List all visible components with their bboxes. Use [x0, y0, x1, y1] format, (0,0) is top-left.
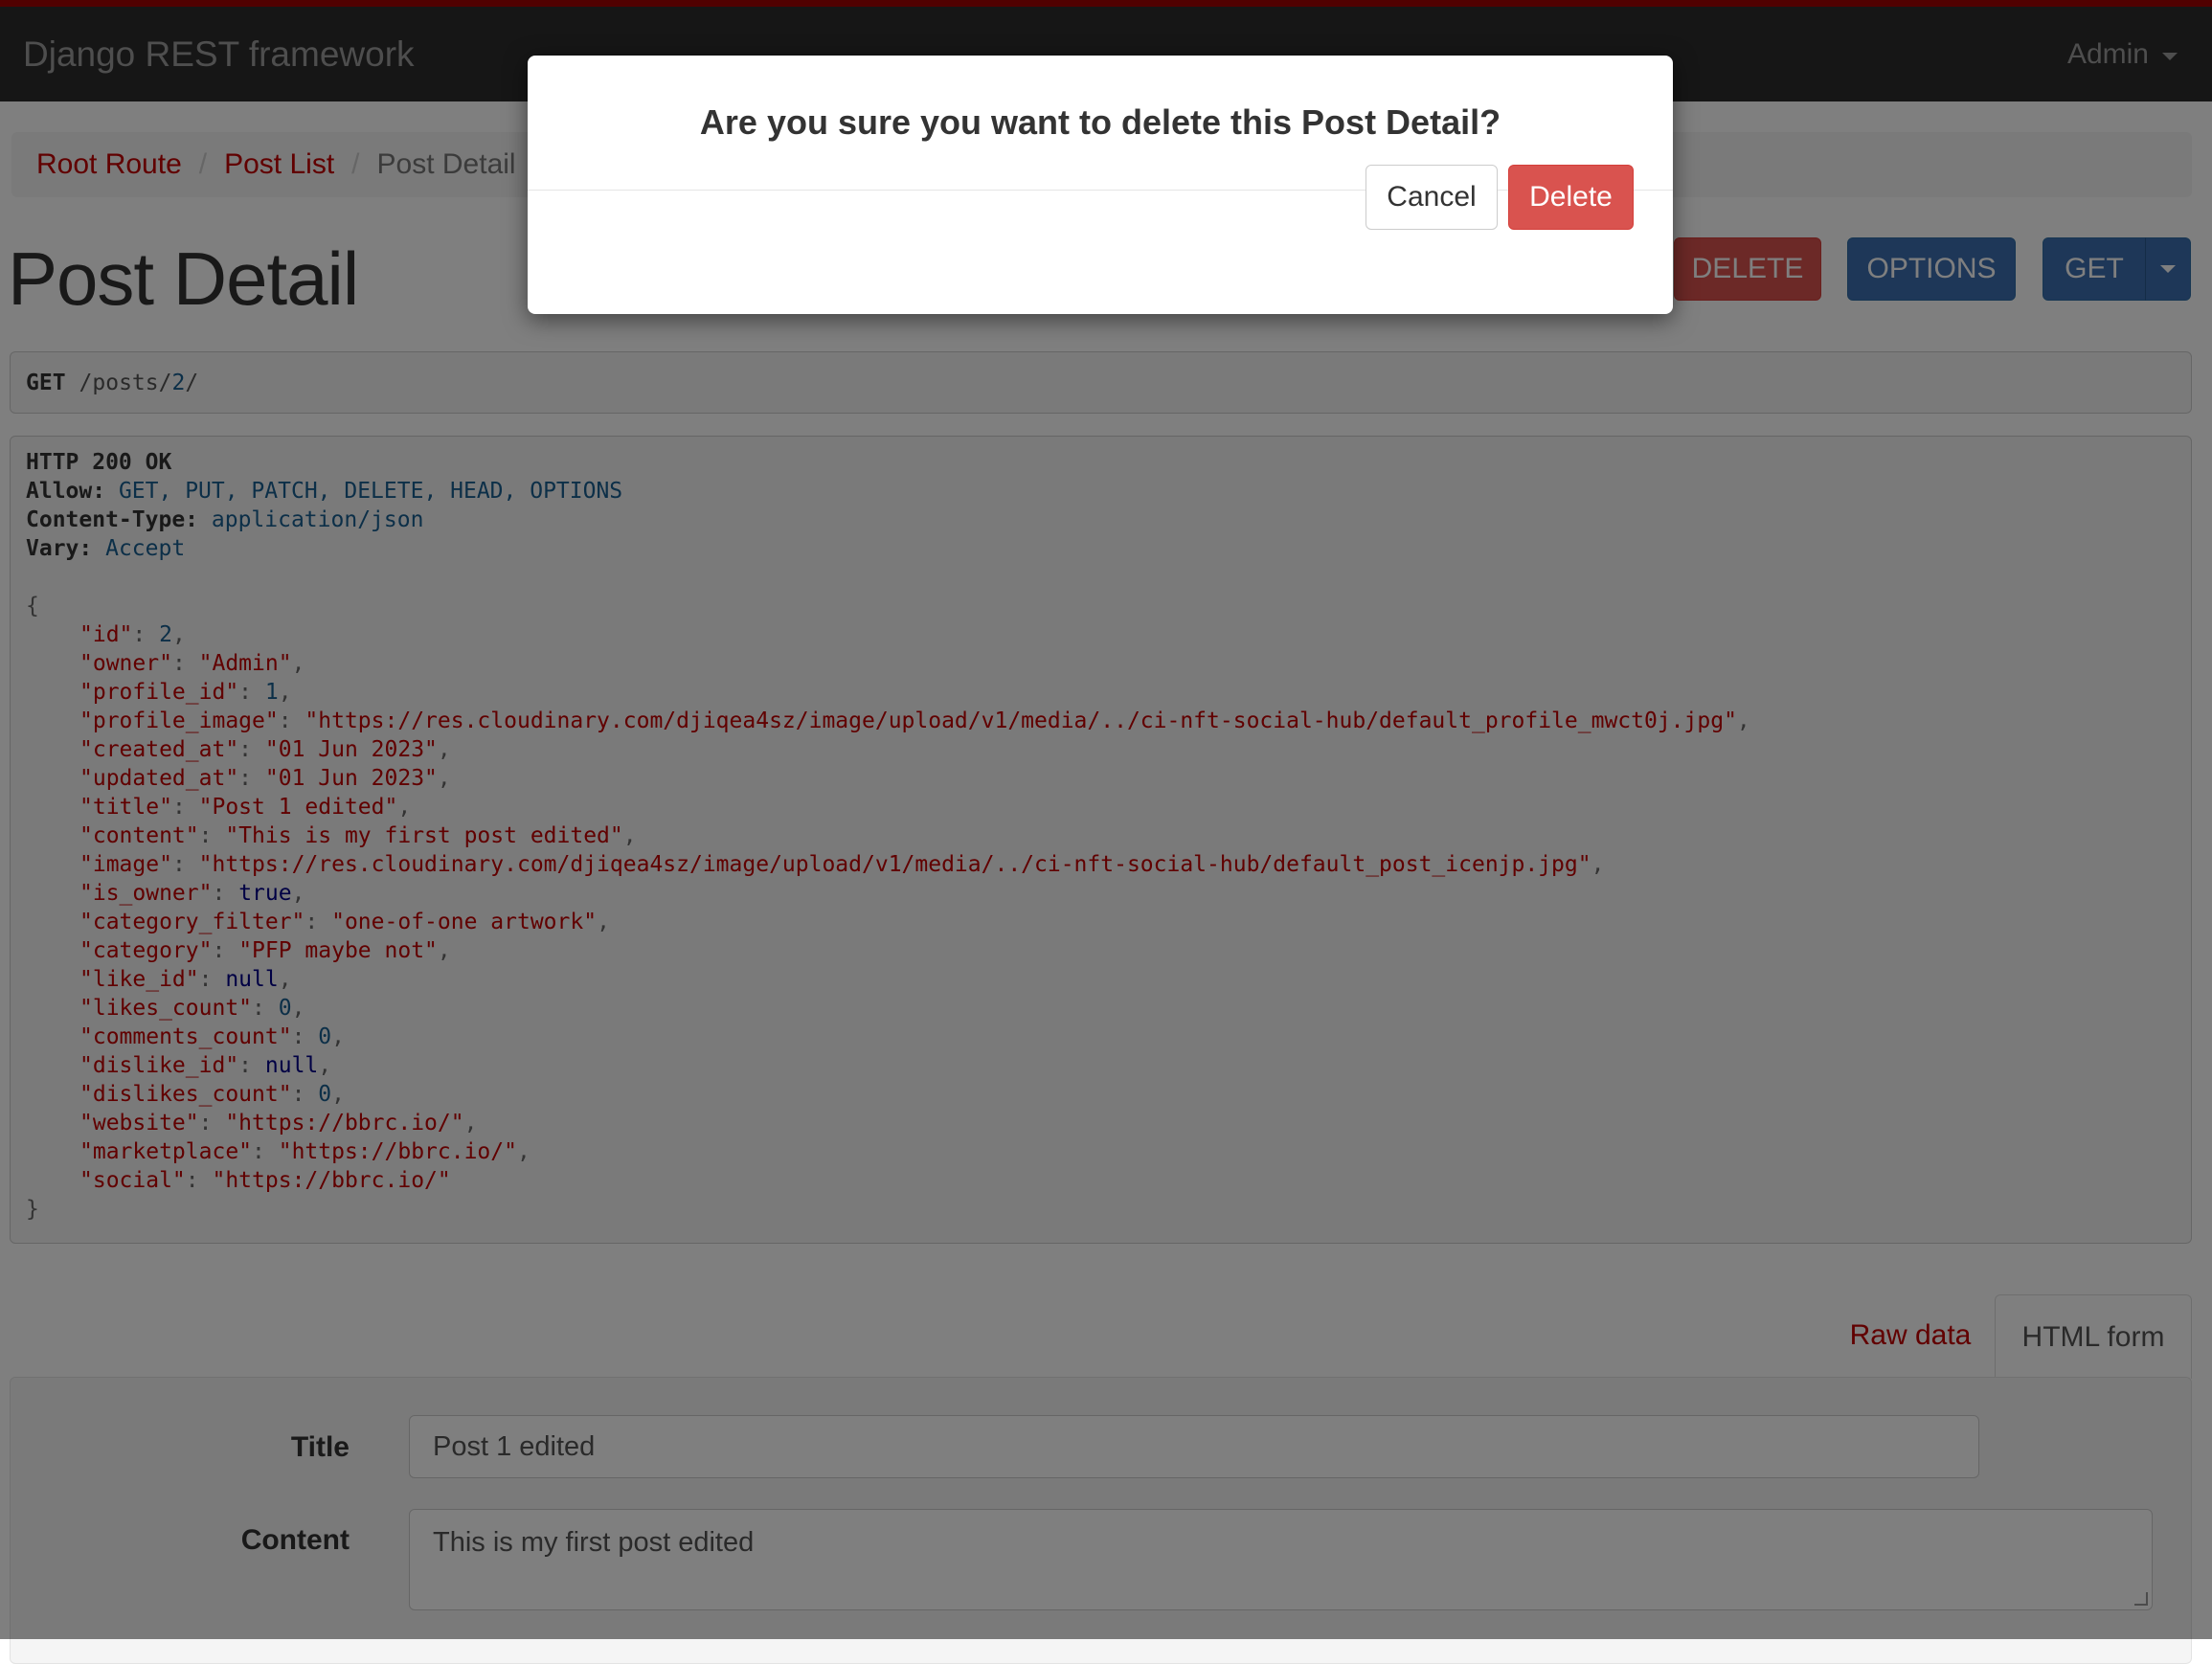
modal-delete-button[interactable]: Delete	[1508, 165, 1634, 230]
modal-footer	[528, 191, 1673, 314]
delete-confirm-modal: Are you sure you want to delete this Pos…	[528, 56, 1673, 314]
modal-header: Are you sure you want to delete this Pos…	[528, 56, 1673, 191]
modal-title: Are you sure you want to delete this Pos…	[699, 102, 1501, 142]
modal-cancel-button[interactable]: Cancel	[1366, 165, 1498, 230]
